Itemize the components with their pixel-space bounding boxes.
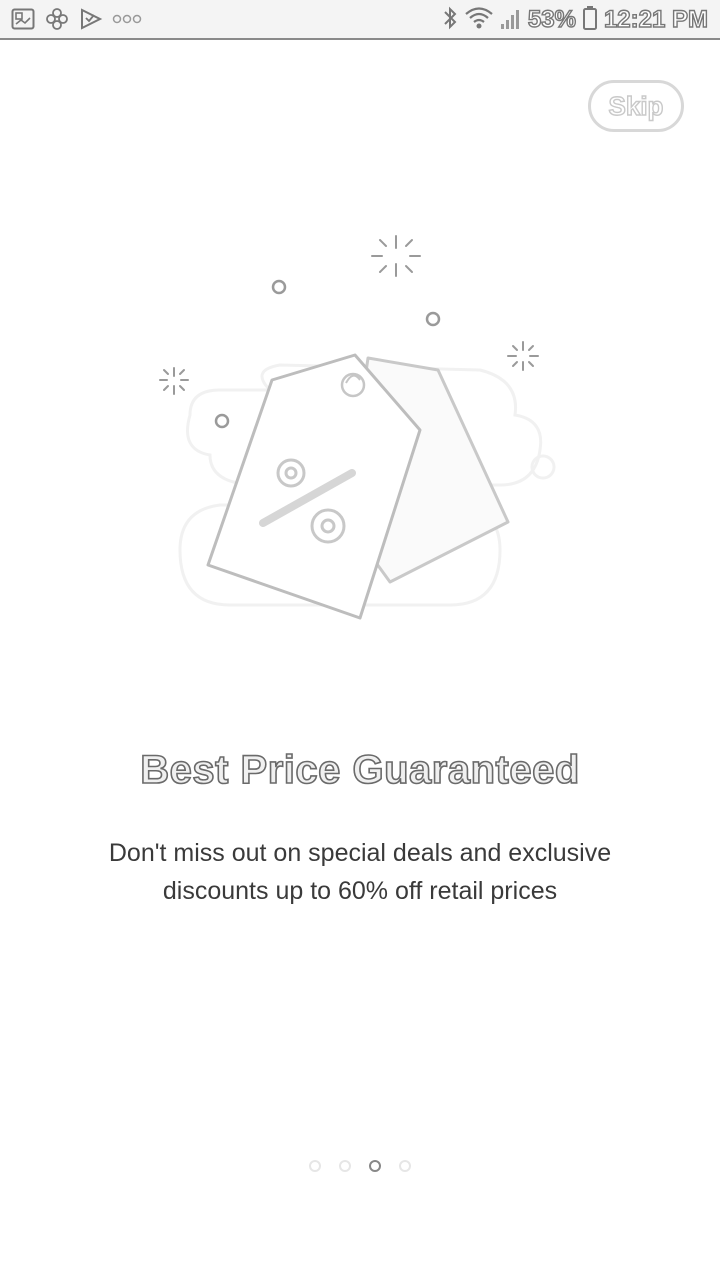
page-dot-1[interactable]: [309, 1160, 321, 1172]
signal-icon: [500, 6, 522, 35]
bluetooth-icon: [442, 5, 458, 36]
status-bar: 53% 12:21 PM: [0, 0, 720, 40]
page-dot-3[interactable]: [369, 1160, 381, 1172]
price-tags-icon: [159, 235, 556, 620]
more-dots-icon: [112, 7, 142, 31]
skip-label: Skip: [608, 90, 664, 121]
battery-percent: 53%: [527, 5, 576, 33]
pinwheel-icon: [44, 7, 70, 31]
notification-icons: [10, 7, 142, 31]
gallery-icon: [10, 7, 36, 31]
price-tags-illustration: [150, 220, 570, 630]
page-indicator: [0, 1160, 720, 1172]
checklist-icon: [78, 7, 104, 31]
battery-icon: [582, 5, 598, 36]
onboarding-subtitle: Don't miss out on special deals and excl…: [108, 839, 612, 905]
onboarding-title: Best Price Guaranteed: [139, 747, 580, 793]
page-dot-2[interactable]: [339, 1160, 351, 1172]
skip-button[interactable]: Skip: [588, 80, 684, 132]
clock: 12:21 PM: [603, 5, 708, 33]
system-status: 53% 12:21 PM: [442, 4, 709, 36]
page-dot-4[interactable]: [399, 1160, 411, 1172]
wifi-icon: [464, 5, 494, 36]
